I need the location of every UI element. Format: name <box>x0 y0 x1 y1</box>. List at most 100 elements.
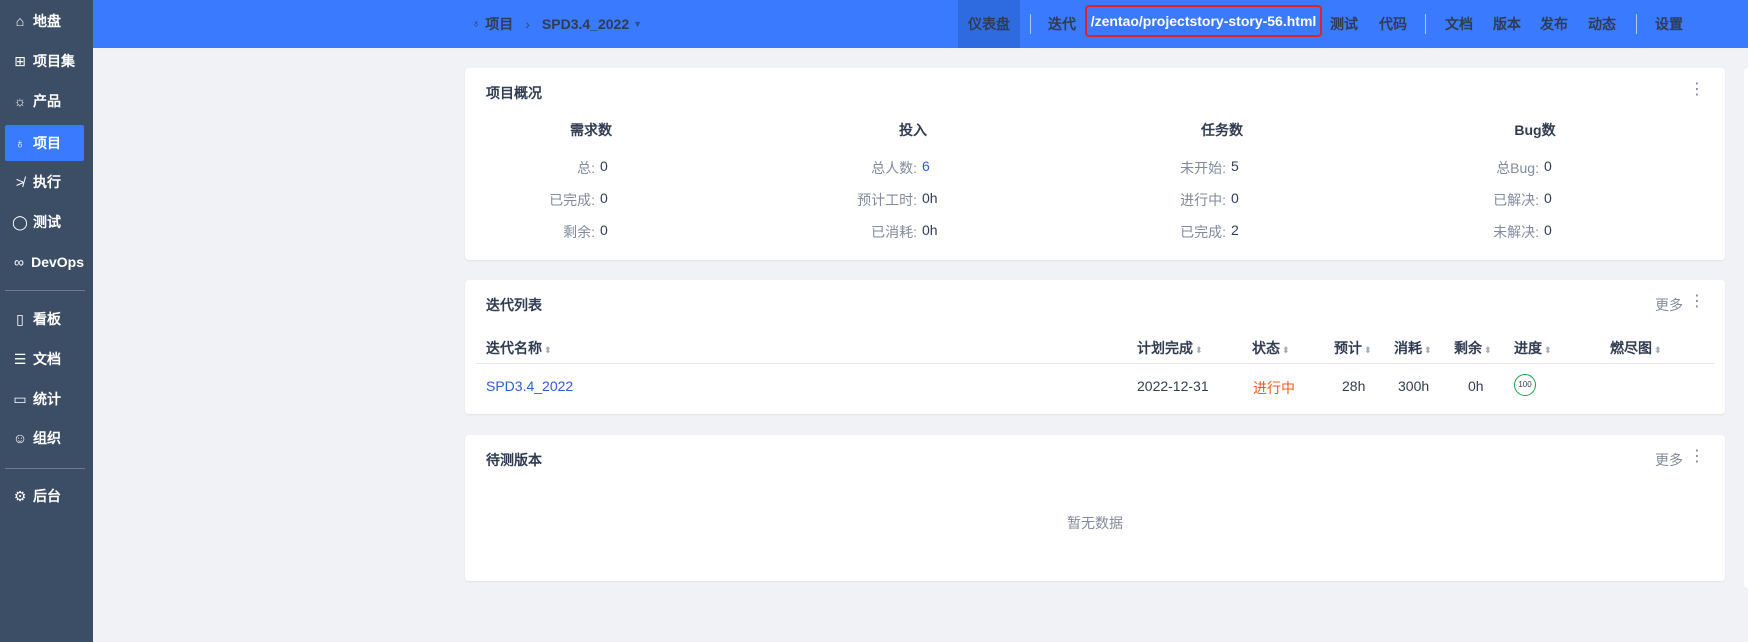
status-badge: 进行中 <box>1253 380 1295 396</box>
iteration-name-link[interactable]: SPD3.4_2022 <box>486 378 573 394</box>
column-header[interactable]: 状态 ⬍ <box>1252 338 1290 358</box>
consumed: 300h <box>1398 378 1430 394</box>
sidebar-item-program[interactable]: ⊞ 项目集 <box>5 43 84 79</box>
sort-icon[interactable]: ⬍ <box>544 345 552 355</box>
infinity-icon: ∞ <box>14 254 25 270</box>
nav-test[interactable]: 测试 <box>1330 0 1358 48</box>
magnifier-icon: ◯ <box>12 213 28 230</box>
column-header[interactable]: 消耗 ⬍ <box>1394 338 1432 358</box>
sidebar-item-admin[interactable]: ⚙ 后台 <box>5 478 84 514</box>
column-header-label: 计划完成 <box>1137 340 1193 356</box>
run-icon: ≯ <box>15 174 25 190</box>
nav-settings[interactable]: 设置 <box>1655 0 1683 48</box>
stat-label: 剩余: <box>563 224 595 240</box>
sidebar-item-doc[interactable]: ☰ 文档 <box>5 341 84 377</box>
stat-row: 已解决: 0 <box>1389 190 1689 210</box>
stat-value: 5 <box>1231 158 1239 174</box>
column-header-label: 剩余 <box>1454 340 1482 356</box>
nav-dashboard[interactable]: 仪表盘 <box>958 0 1020 48</box>
sort-icon[interactable]: ⬍ <box>1424 345 1432 355</box>
more-vertical-icon[interactable]: ⋮ <box>1689 449 1705 465</box>
stat-label: 进行中: <box>1180 192 1226 208</box>
nav-iteration[interactable]: 迭代 <box>1048 0 1076 48</box>
nav-doc[interactable]: 文档 <box>1445 0 1473 48</box>
stat-row: 未开始: 5 <box>1076 158 1376 178</box>
sort-icon[interactable]: ⬍ <box>1195 345 1203 355</box>
stat-value: 0 <box>600 222 608 238</box>
nav-release[interactable]: 发布 <box>1540 0 1568 48</box>
more-vertical-icon[interactable]: ⋮ <box>1689 82 1705 98</box>
stat-value[interactable]: 6 <box>922 158 930 178</box>
sort-icon[interactable]: ⬍ <box>1484 345 1492 355</box>
sort-icon[interactable]: ⬍ <box>1364 345 1372 355</box>
breadcrumb-project[interactable]: 项目 <box>485 14 513 34</box>
more-vertical-icon[interactable]: ⋮ <box>1689 294 1705 310</box>
nav-dynamic[interactable]: 动态 <box>1588 0 1616 48</box>
sidebar-item-label: 执行 <box>33 174 61 190</box>
more-link[interactable]: 更多 <box>1655 450 1683 470</box>
stat-value: 0 <box>1544 158 1552 174</box>
column-header[interactable]: 预计 ⬍ <box>1334 338 1372 358</box>
nav-code[interactable]: 代码 <box>1379 0 1407 48</box>
more-link[interactable]: 更多 <box>1655 295 1683 315</box>
stat-heading: Bug数 <box>1514 122 1556 138</box>
stat-row: 已消耗: 0h <box>767 222 1067 242</box>
card-title: 项目概况 <box>486 85 542 101</box>
stat-value: 0 <box>1544 190 1552 206</box>
sort-icon[interactable]: ⬍ <box>1282 345 1290 355</box>
sidebar-item-kanban[interactable]: ▯ 看板 <box>5 301 84 337</box>
stat-value: 2 <box>1231 222 1239 238</box>
stat-value: 0 <box>600 190 608 206</box>
stat-label: 总: <box>577 160 595 176</box>
table-divider <box>476 363 1714 364</box>
sort-icon[interactable]: ⬍ <box>1544 345 1552 355</box>
nav-build[interactable]: 版本 <box>1493 0 1521 48</box>
sidebar-item-label: 看板 <box>33 311 61 327</box>
sidebar-item-devops[interactable]: ∞ DevOps <box>5 244 84 280</box>
breadcrumb: ♁ 项目 › SPD3.4_2022 ▼ <box>472 0 642 48</box>
column-header[interactable]: 进度 ⬍ <box>1514 338 1552 358</box>
sidebar-item-product[interactable]: ☼ 产品 <box>5 83 84 119</box>
stat-label: 已完成: <box>1180 224 1226 240</box>
gear-icon: ⚙ <box>13 487 27 504</box>
stat-label: 已消耗: <box>871 224 917 240</box>
sort-icon[interactable]: ⬍ <box>1654 345 1662 355</box>
stat-value: 0h <box>922 190 938 206</box>
stat-row: 已完成: 0 <box>445 190 745 210</box>
stat-value: 0 <box>600 158 608 174</box>
doc-icon: ☰ <box>13 350 27 367</box>
caret-down-icon[interactable]: ▼ <box>633 19 642 29</box>
pending-builds-card: 待测版本 更多 ⋮ 暂无数据 <box>465 435 1725 581</box>
chevron-right-icon: › <box>525 16 530 32</box>
column-header[interactable]: 剩余 ⬍ <box>1454 338 1492 358</box>
lightbulb-icon: ☼ <box>13 93 27 109</box>
iteration-list-card: 迭代列表 更多 ⋮ 迭代名称 ⬍ 计划完成 ⬍ 状态 ⬍ 预计 ⬍ 消耗 ⬍ 剩余 ⬍ 进度 ⬍ 燃尽图 ⬍ … <box>465 280 1725 414</box>
column-header-label: 迭代名称 <box>486 340 542 356</box>
column-header-label: 进度 <box>1514 340 1542 356</box>
sidebar-item-label: 地盘 <box>33 13 61 29</box>
breadcrumb-current-project[interactable]: SPD3.4_2022 <box>542 16 629 32</box>
column-header-label: 燃尽图 <box>1610 340 1652 356</box>
sidebar-item-report[interactable]: ▭ 统计 <box>5 381 84 417</box>
sidebar-item-qa[interactable]: ◯ 测试 <box>5 204 84 240</box>
stat-label: 已完成: <box>549 192 595 208</box>
sidebar-item-my[interactable]: ⌂ 地盘 <box>5 3 84 39</box>
sidebar-item-company[interactable]: ☺ 组织 <box>5 420 84 456</box>
sidebar-item-label: 后台 <box>33 488 61 504</box>
sidebar-item-execution[interactable]: ≯ 执行 <box>5 164 84 200</box>
url-overlay: /zentao/projectstory-story-56.html <box>1085 5 1322 37</box>
stat-label: 总人数: <box>871 160 917 176</box>
users-icon: ☺ <box>12 430 28 446</box>
sidebar-item-project[interactable]: ♁ 项目 <box>5 125 84 161</box>
stat-value: 0 <box>1231 190 1239 206</box>
stat-value: 0h <box>922 222 938 238</box>
sidebar: ⌂ 地盘 ⊞ 项目集 ☼ 产品 ♁ 项目 ≯ 执行 ◯ 测试 ∞ DevOps ▯ 看板 ☰ 文档… <box>0 0 93 642</box>
column-header[interactable]: 燃尽图 ⬍ <box>1610 338 1662 358</box>
nav-separator <box>1636 14 1637 34</box>
stat-label: 总Bug: <box>1496 160 1539 176</box>
sidebar-divider <box>5 290 85 291</box>
card-title: 迭代列表 <box>486 297 542 313</box>
column-header[interactable]: 迭代名称 ⬍ <box>486 338 552 358</box>
sidebar-item-label: 组织 <box>33 430 61 446</box>
column-header[interactable]: 计划完成 ⬍ <box>1137 338 1203 358</box>
